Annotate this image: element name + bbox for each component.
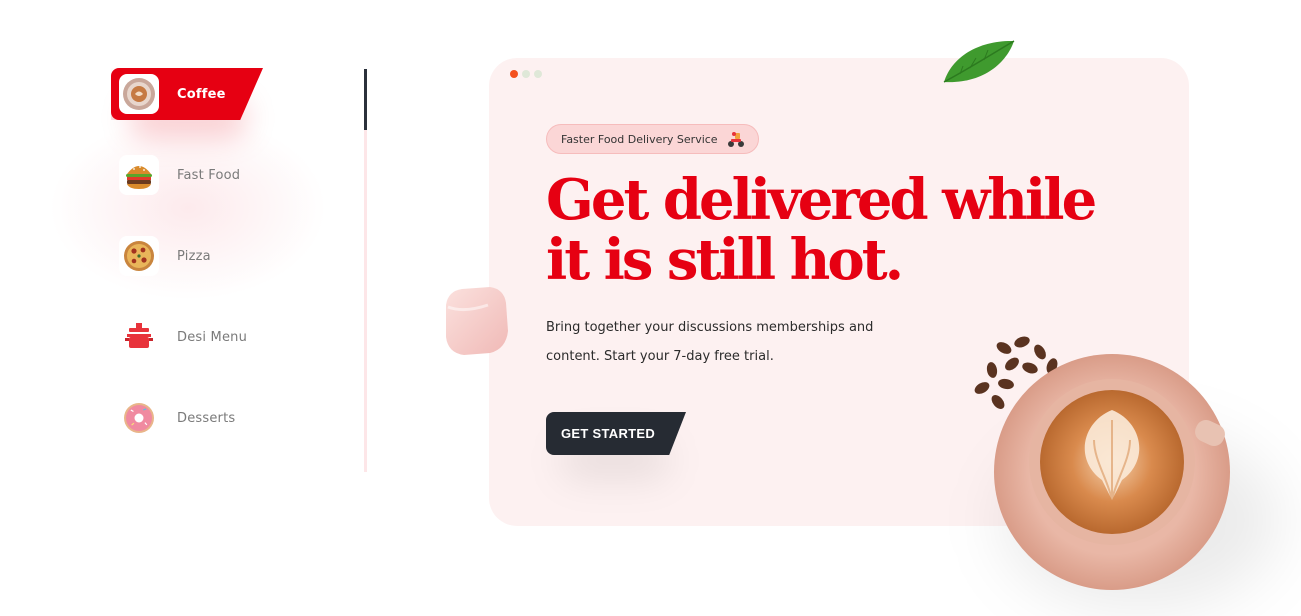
sidebar-item-label: Desi Menu: [177, 329, 248, 345]
sidebar-item-desserts[interactable]: Desserts: [111, 392, 263, 444]
window-dot: [534, 70, 542, 78]
pizza-icon: [119, 236, 159, 276]
sidebar-item-label: Pizza: [177, 248, 211, 264]
delivery-scooter-icon: [727, 132, 744, 147]
category-sidebar: Coffee Fast Food Pizza Desi Menu Dessert…: [38, 68, 368, 473]
sidebar-item-label: Desserts: [177, 410, 236, 426]
donut-icon: [119, 398, 159, 438]
sidebar-item-desi-menu[interactable]: Desi Menu: [111, 311, 263, 363]
window-dot: [522, 70, 530, 78]
coffee-icon: [119, 74, 159, 114]
burger-icon: [119, 155, 159, 195]
leaf-icon: [943, 40, 1015, 83]
get-started-button[interactable]: GET STARTED: [546, 412, 686, 455]
window-dot-red: [510, 70, 518, 78]
sidebar-item-label: Fast Food: [177, 167, 241, 183]
cube-decoration: [446, 287, 508, 355]
service-badge: Faster Food Delivery Service: [546, 124, 759, 154]
sidebar-item-fast-food[interactable]: Fast Food: [111, 149, 263, 201]
sidebar-item-pizza[interactable]: Pizza: [111, 230, 263, 282]
badge-text: Faster Food Delivery Service: [561, 132, 718, 146]
window-dots: [510, 70, 542, 78]
pot-icon: [119, 317, 159, 357]
sidebar-item-coffee[interactable]: Coffee: [111, 68, 263, 120]
hero-headline: Get delivered while it is still hot.: [546, 167, 1097, 293]
sidebar-item-label: Coffee: [177, 86, 226, 102]
sidebar-active-indicator: [364, 69, 367, 130]
hero-subtext: Bring together your discussions membersh…: [546, 320, 874, 364]
coffee-cup-icon: [994, 354, 1230, 590]
